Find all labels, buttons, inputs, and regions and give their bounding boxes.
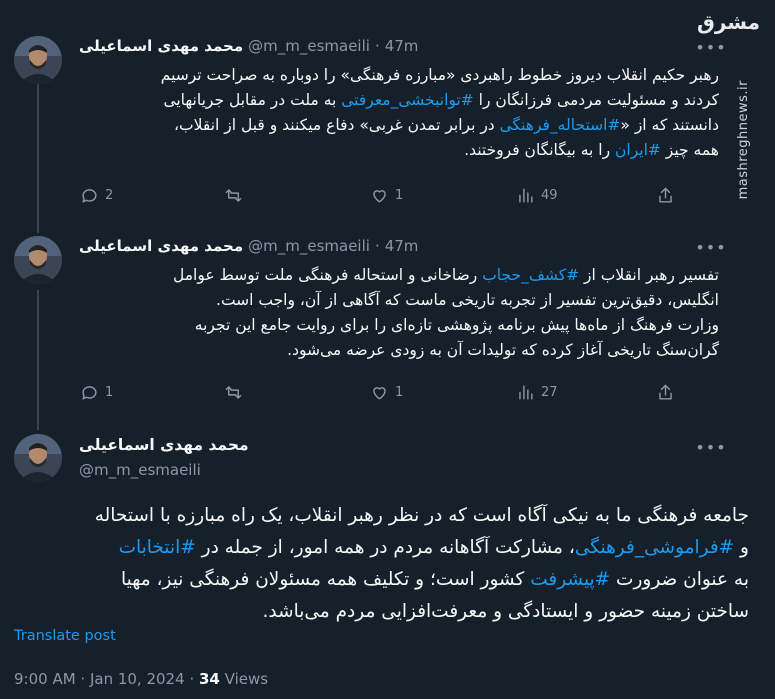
tweet-line: و #فراموشی_فرهنگی، مشارکت آگاهانه مردم د…: [118, 537, 749, 558]
hashtag-link[interactable]: #استحاله_فرهنگی: [500, 116, 621, 134]
avatar[interactable]: [14, 236, 62, 284]
watermark-site: mashreghnews.ir: [736, 80, 751, 200]
avatar-image: [14, 236, 62, 284]
views-label: Views: [224, 670, 269, 688]
author-name[interactable]: محمد مهدی اسماعیلی: [79, 37, 243, 55]
tweet-header: محمد مهدی اسماعیلی @m_m_esmaeili · 47m: [79, 37, 418, 55]
views-icon: [519, 384, 533, 400]
author-handle[interactable]: @m_m_esmaeili: [79, 461, 201, 479]
share-button[interactable]: [656, 184, 675, 206]
tweet-text: تفسیر رهبر انقلاب از #کشف_حجاب رضاخانی و…: [79, 263, 719, 363]
separator-dot: ·: [189, 670, 195, 688]
share-icon: [659, 187, 672, 203]
thread-connector: [37, 68, 39, 233]
tweet-line: رهبر حکیم انقلاب دیروز خطوط راهبردی «مبا…: [160, 66, 719, 84]
tweet-line: تفسیر رهبر انقلاب از #کشف_حجاب رضاخانی و…: [173, 266, 719, 284]
retweet-icon: [225, 188, 242, 202]
author-name[interactable]: محمد مهدی اسماعیلی: [79, 237, 243, 255]
views-count: 34: [199, 670, 220, 688]
hashtag-link[interactable]: #پیشرفت: [530, 569, 610, 590]
tweet-time[interactable]: 47m: [385, 237, 419, 255]
tweet-line: ساختن زمینه حضور و ایستادگی و معرفت‌افزا…: [262, 601, 750, 622]
tweet-line: جامعه فرهنگی ما به نیکی آگاه است که در ن…: [94, 505, 749, 526]
like-button[interactable]: 1: [370, 381, 403, 403]
retweet-icon: [225, 385, 242, 399]
separator-dot: ·: [374, 237, 380, 255]
tweet-line: گران‌سنگ تاریخی آغاز کرده که تولیدات آن …: [287, 341, 719, 359]
more-icon[interactable]: •••: [695, 36, 725, 58]
like-count: 1: [395, 187, 404, 203]
reply-count: 1: [105, 384, 114, 400]
author-handle[interactable]: @m_m_esmaeili: [248, 37, 370, 55]
views-count: 27: [541, 384, 558, 400]
reply-button[interactable]: 1: [80, 381, 113, 403]
tweet-header: محمد مهدی اسماعیلی @m_m_esmaeili · 47m: [79, 237, 418, 255]
hashtag-link[interactable]: #کشف_حجاب: [482, 266, 579, 284]
avatar[interactable]: [14, 434, 62, 482]
more-icon[interactable]: •••: [695, 436, 725, 458]
like-icon: [373, 386, 386, 400]
tweet-meta: 9:00 AM · Jan 10, 2024 · 34 Views: [14, 670, 268, 688]
hashtag-link[interactable]: #انتخابات: [119, 537, 196, 558]
more-icon[interactable]: •••: [695, 236, 725, 258]
author-name[interactable]: محمد مهدی اسماعیلی: [79, 436, 249, 454]
translate-link[interactable]: Translate post: [14, 628, 116, 644]
like-button[interactable]: 1: [370, 184, 403, 206]
views-button[interactable]: 49: [516, 184, 558, 206]
like-count: 1: [395, 384, 404, 400]
tweet-line: همه چیز #ایران را به بیگانگان فروختند.: [464, 141, 719, 159]
thread-connector: [37, 290, 39, 430]
author-handle[interactable]: @m_m_esmaeili: [248, 237, 370, 255]
reply-icon: [82, 188, 97, 203]
share-button[interactable]: [656, 381, 675, 403]
reply-icon: [82, 385, 97, 400]
tweet-line: به عنوان ضرورت #پیشرفت کشور است؛ و تکلیف…: [120, 569, 749, 590]
hashtag-link[interactable]: #توانبخشی_معرفتی: [341, 91, 473, 109]
separator-dot: ·: [374, 37, 380, 55]
tweet-line: دانستند که از «#استحاله_فرهنگی در برابر …: [174, 116, 719, 134]
tweet-line: انگلیس، دقیق‌ترین تفسیر از تجربه تاریخی …: [216, 291, 719, 309]
like-icon: [373, 189, 386, 203]
retweet-button[interactable]: [224, 184, 249, 206]
tweet-time[interactable]: 47m: [385, 37, 419, 55]
reply-button[interactable]: 2: [80, 184, 113, 206]
hashtag-link[interactable]: #فراموشی_فرهنگی: [575, 537, 734, 558]
hashtag-link[interactable]: #ایران: [615, 141, 661, 159]
views-icon: [519, 187, 533, 203]
views-count: 49: [541, 187, 558, 203]
avatar[interactable]: [14, 36, 62, 84]
avatar-image: [14, 36, 62, 84]
tweet-text: جامعه فرهنگی ما به نیکی آگاه است که در ن…: [14, 500, 749, 628]
tweet-line: کردند و مسئولیت مردمی فرزانگان را #توانب…: [163, 91, 719, 109]
avatar-image: [14, 434, 62, 482]
retweet-button[interactable]: [224, 381, 249, 403]
tweet-text: رهبر حکیم انقلاب دیروز خطوط راهبردی «مبا…: [79, 63, 719, 163]
views-button[interactable]: 27: [516, 381, 558, 403]
share-icon: [659, 384, 672, 400]
reply-count: 2: [105, 187, 114, 203]
tweet-timestamp[interactable]: 9:00 AM · Jan 10, 2024: [14, 670, 185, 688]
tweet-line: وزارت فرهنگ از ماه‌ها پیش برنامه پژوهشی …: [194, 316, 719, 334]
